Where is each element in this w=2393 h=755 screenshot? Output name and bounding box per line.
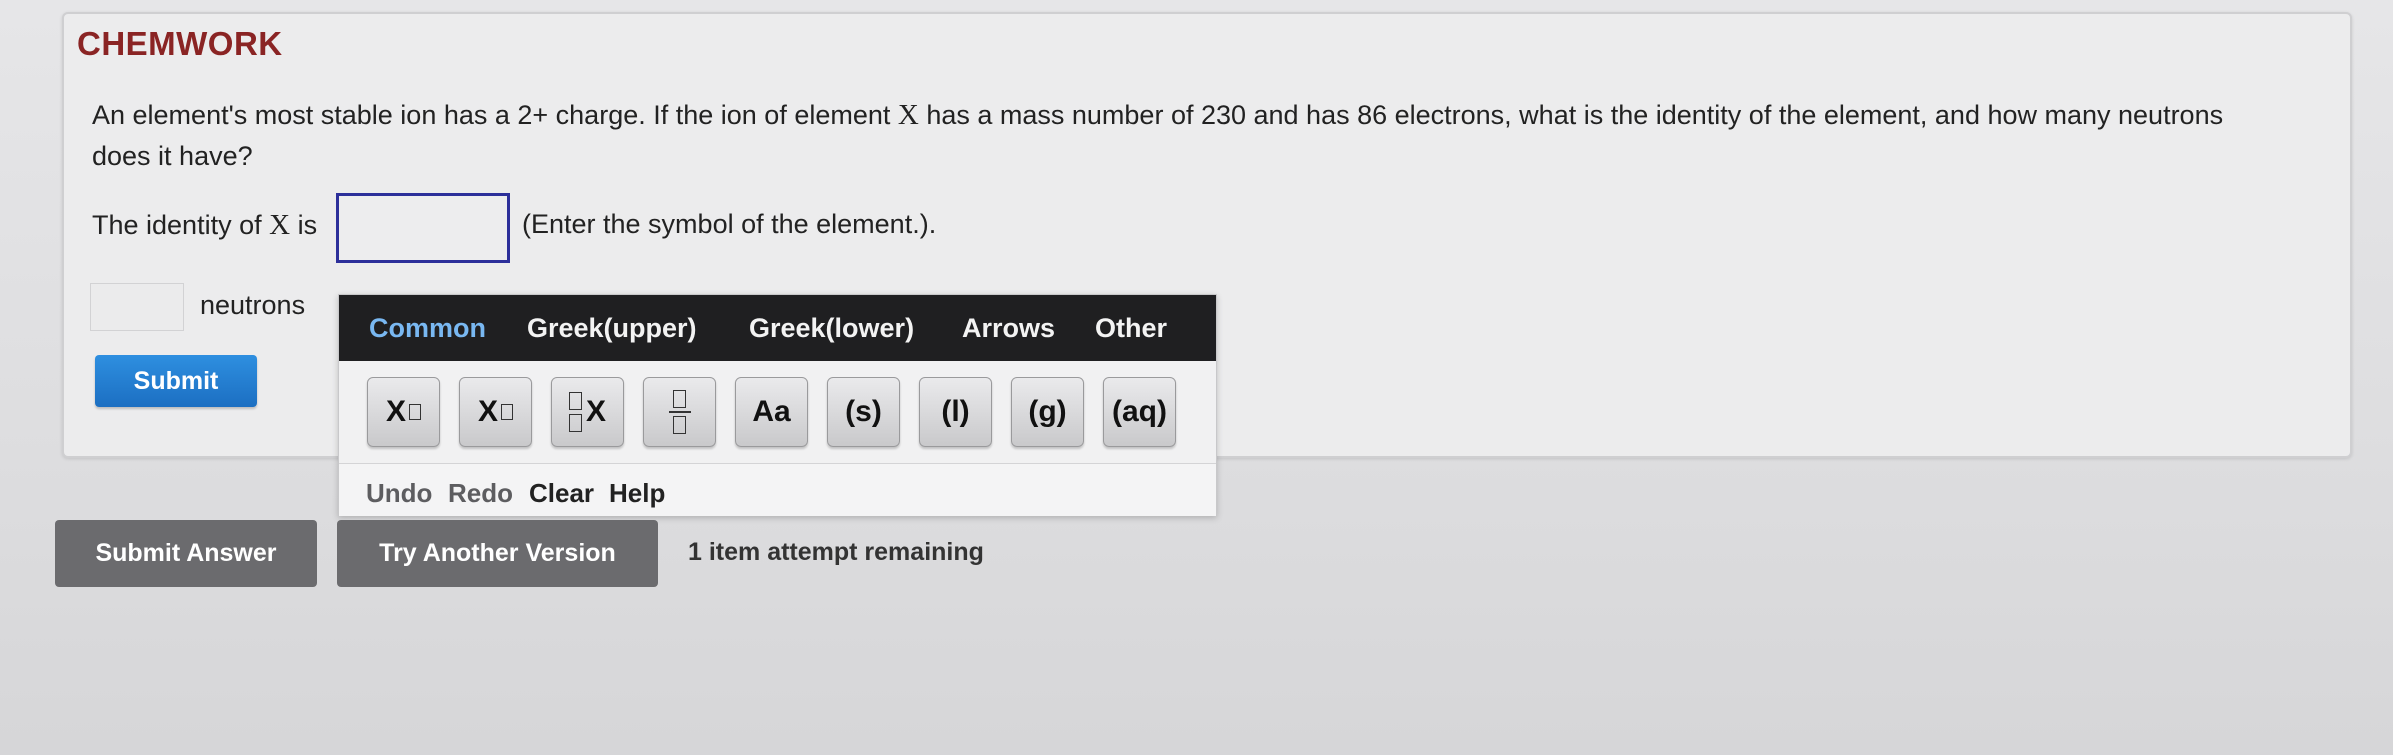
tab-greek-upper[interactable]: Greek(upper) — [527, 313, 697, 344]
page-title: CHEMWORK — [77, 25, 283, 62]
identity-label: The identity of X is — [92, 209, 318, 241]
tab-common[interactable]: Common — [369, 313, 486, 344]
identity-input[interactable] — [336, 193, 510, 263]
clear-button[interactable]: Clear — [529, 478, 594, 509]
symbol-palette: Common Greek(upper) Greek(lower) Arrows … — [338, 294, 1217, 516]
superscript-button[interactable]: X — [367, 377, 440, 447]
try-another-version-button[interactable]: Try Another Version — [337, 520, 658, 587]
prescript-button[interactable]: X — [551, 377, 624, 447]
palette-tabs: Common Greek(upper) Greek(lower) Arrows … — [339, 295, 1216, 361]
tab-other[interactable]: Other — [1095, 313, 1167, 344]
fraction-icon — [668, 390, 691, 434]
subscript-button[interactable]: X — [459, 377, 532, 447]
submit-button[interactable]: Submit — [95, 355, 257, 407]
liquid-state-button[interactable]: (l) — [919, 377, 992, 447]
element-symbol: X — [897, 99, 919, 131]
undo-button[interactable]: Undo — [366, 478, 432, 509]
placeholder-box-icon — [409, 403, 421, 420]
placeholder-box-icon — [568, 392, 582, 410]
neutrons-label: neutrons — [200, 290, 306, 320]
redo-button[interactable]: Redo — [448, 478, 513, 509]
fraction-button[interactable] — [643, 377, 716, 447]
aqueous-state-button[interactable]: (aq) — [1103, 377, 1176, 447]
placeholder-box-icon — [501, 403, 513, 420]
help-button[interactable]: Help — [609, 478, 665, 509]
text-case-button[interactable]: Aa — [735, 377, 808, 447]
solid-state-button[interactable]: (s) — [827, 377, 900, 447]
identity-hint: (Enter the symbol of the element.). — [522, 209, 937, 239]
tab-greek-lower[interactable]: Greek(lower) — [749, 313, 914, 344]
attempts-remaining: 1 item attempt remaining — [688, 538, 984, 566]
submit-answer-button[interactable]: Submit Answer — [55, 520, 317, 587]
gas-state-button[interactable]: (g) — [1011, 377, 1084, 447]
placeholder-box-icon — [568, 414, 582, 432]
edit-toolbar: Undo Redo Clear Help — [339, 463, 1216, 516]
question-text: An element's most stable ion has a 2+ ch… — [92, 99, 2224, 171]
tab-arrows[interactable]: Arrows — [962, 313, 1055, 344]
neutrons-input[interactable] — [90, 283, 184, 331]
